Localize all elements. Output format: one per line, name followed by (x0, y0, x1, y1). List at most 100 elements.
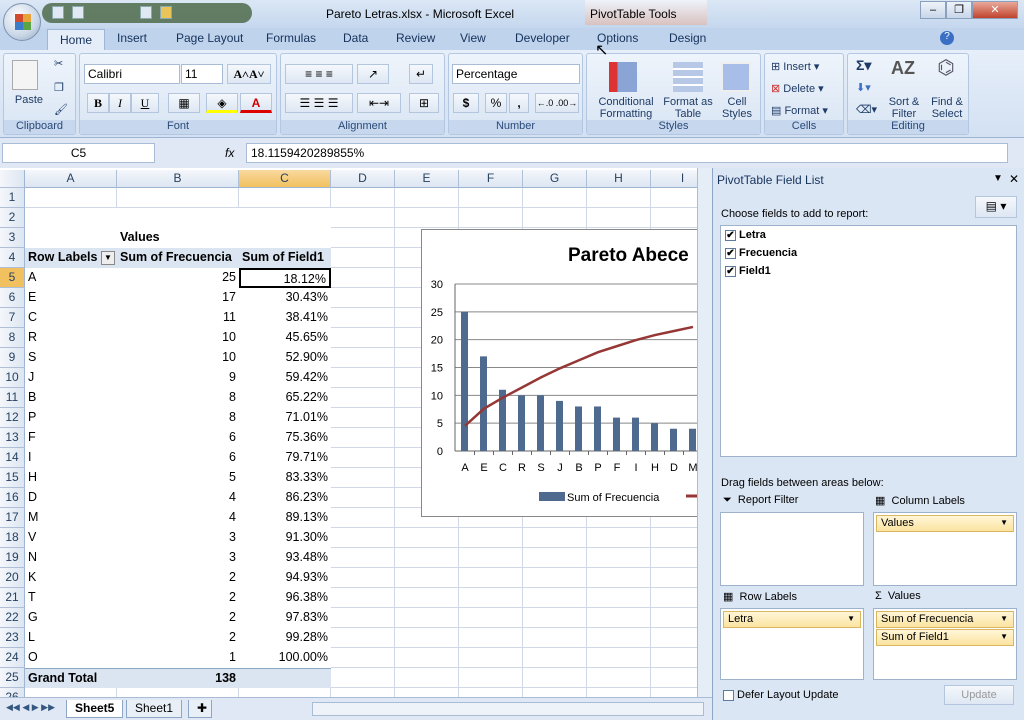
row-header-26[interactable]: 26 (0, 688, 25, 697)
sort-filter-button[interactable]: Sort & Filter (884, 96, 924, 120)
pivot-row-label[interactable]: P (25, 408, 117, 428)
row-header-8[interactable]: 8 (0, 328, 25, 348)
column-header-B[interactable]: B (117, 170, 239, 188)
tab-view[interactable]: View (460, 31, 486, 45)
insert-function-button[interactable]: fx (225, 146, 234, 160)
conditional-formatting-button[interactable]: Conditional Formatting (589, 96, 663, 120)
pivot-field1-value[interactable]: 38.41% (239, 308, 331, 328)
pivot-row-label[interactable]: H (25, 468, 117, 488)
pivot-field1-value[interactable]: 79.71% (239, 448, 331, 468)
tab-insert[interactable]: Insert (117, 31, 147, 45)
grand-total-value[interactable]: 138 (117, 668, 239, 688)
row-header-21[interactable]: 21 (0, 588, 25, 608)
pivot-field1-value[interactable]: 91.30% (239, 528, 331, 548)
field-checkbox[interactable]: ✔ (725, 265, 736, 277)
column-header-F[interactable]: F (459, 170, 523, 188)
row-header-10[interactable]: 10 (0, 368, 25, 388)
row-header-17[interactable]: 17 (0, 508, 25, 528)
field-list-close-icon[interactable]: ✕ (1009, 172, 1019, 186)
office-button[interactable] (3, 3, 41, 41)
value-item-sum-frecuencia[interactable]: Sum of Frecuencia (876, 611, 1014, 628)
pivot-field1-value[interactable]: 100.00% (239, 648, 331, 668)
tab-page-layout[interactable]: Page Layout (176, 31, 243, 45)
insert-sheet-icon[interactable]: ✚ (188, 700, 212, 718)
fill-color-icon[interactable]: ◈ (206, 93, 238, 113)
pivot-frecuencia-value[interactable]: 8 (117, 408, 239, 428)
help-icon[interactable]: ? (940, 31, 954, 45)
pivot-field1-value[interactable]: 99.28% (239, 628, 331, 648)
bold-button[interactable]: B (87, 93, 109, 113)
pivot-frecuencia-value[interactable]: 5 (117, 468, 239, 488)
merge-center-icon[interactable]: ⊞ (409, 93, 439, 113)
borders-icon[interactable]: ▦ (168, 93, 200, 113)
column-item-values[interactable]: Values (876, 515, 1014, 532)
pivot-frecuencia-value[interactable]: 2 (117, 608, 239, 628)
value-item-sum-field1[interactable]: Sum of Field1 (876, 629, 1014, 646)
row-header-20[interactable]: 20 (0, 568, 25, 588)
pivot-field1-value[interactable]: 96.38% (239, 588, 331, 608)
pivot-field1-value[interactable]: 94.93% (239, 568, 331, 588)
wrap-text-icon[interactable]: ↵ (409, 64, 433, 84)
select-all-corner[interactable] (0, 170, 25, 188)
pivot-frecuencia-value[interactable]: 10 (117, 328, 239, 348)
name-box[interactable]: C5 (2, 143, 155, 163)
pivot-frecuencia-value[interactable]: 2 (117, 568, 239, 588)
field-letra[interactable]: ✔ Letra (725, 229, 766, 241)
fill-icon[interactable]: ⬇▾ (856, 82, 871, 94)
pivot-row-label[interactable]: J (25, 368, 117, 388)
cut-icon[interactable]: ✂ (54, 58, 63, 70)
pivot-values-header[interactable]: Values (117, 228, 239, 248)
pivot-row-label[interactable]: L (25, 628, 117, 648)
pivot-row-label[interactable]: T (25, 588, 117, 608)
pivot-frecuencia-value[interactable]: 2 (117, 628, 239, 648)
pivot-field1-value[interactable]: 75.36% (239, 428, 331, 448)
pivot-field1-value[interactable]: 86.23% (239, 488, 331, 508)
copy-icon[interactable]: ❐ (54, 82, 64, 94)
row-header-13[interactable]: 13 (0, 428, 25, 448)
row-header-9[interactable]: 9 (0, 348, 25, 368)
pivot-row-label[interactable]: A (25, 268, 117, 288)
row-header-12[interactable]: 12 (0, 408, 25, 428)
pivot-row-label[interactable]: O (25, 648, 117, 668)
format-cells-button[interactable]: ▤ Format ▾ (771, 105, 828, 117)
row-header-4[interactable]: 4 (0, 248, 25, 268)
pivot-frecuencia-value[interactable]: 1 (117, 648, 239, 668)
pivot-frecuencia-value[interactable]: 9 (117, 368, 239, 388)
pivot-row-label[interactable]: M (25, 508, 117, 528)
sheet-tab-sheet5[interactable]: Sheet5 (66, 700, 124, 718)
worksheet-grid[interactable]: A B C D E F G H I 1 2 3 4 5 6 7 8 9 10 11 12 13 14 15 16 17 18 19 20… (0, 168, 697, 697)
pivot-row-label[interactable]: K (25, 568, 117, 588)
clear-icon[interactable]: ⌫▾ (856, 104, 877, 116)
row-header-1[interactable]: 1 (0, 188, 25, 208)
pivot-frecuencia-value[interactable]: 3 (117, 528, 239, 548)
report-filter-area[interactable] (720, 512, 864, 586)
insert-cells-button[interactable]: ⊞ Insert ▾ (771, 61, 819, 73)
decimal-buttons[interactable]: ←.0 .00→ (535, 93, 579, 113)
pivot-frecuencia-value[interactable]: 6 (117, 428, 239, 448)
pivot-row-label[interactable]: N (25, 548, 117, 568)
font-size-select[interactable]: 11 (181, 64, 223, 84)
values-area[interactable]: Sum of Frecuencia Sum of Field1 (873, 608, 1017, 680)
grow-shrink-font-button[interactable]: A˄A˅ (227, 64, 271, 84)
tab-developer[interactable]: Developer (515, 31, 570, 45)
undo-icon[interactable] (72, 6, 84, 19)
paste-button[interactable]: Paste (9, 94, 49, 106)
font-color-icon[interactable]: A (240, 93, 272, 113)
row-header-7[interactable]: 7 (0, 308, 25, 328)
pivot-frecuencia-value[interactable]: 8 (117, 388, 239, 408)
row-header-11[interactable]: 11 (0, 388, 25, 408)
minimize-button[interactable]: – (920, 1, 946, 19)
row-labels-filter-dropdown[interactable]: ▼ (101, 251, 115, 265)
vertical-scrollbar[interactable] (697, 168, 712, 697)
grand-total-blank[interactable] (239, 668, 331, 688)
field-checkbox[interactable]: ✔ (725, 229, 736, 241)
tab-design[interactable]: Design (669, 31, 706, 45)
pivot-frecuencia-value[interactable]: 2 (117, 588, 239, 608)
indent-icons[interactable]: ⇤⇥ (357, 93, 401, 113)
comma-button[interactable]: , (509, 93, 529, 113)
orientation-icon[interactable]: ↗ (357, 64, 389, 84)
pivot-row-label[interactable]: I (25, 448, 117, 468)
field-field1[interactable]: ✔ Field1 (725, 265, 771, 277)
layout-options-button[interactable]: ▤ ▾ (975, 196, 1017, 218)
row-header-5[interactable]: 5 (0, 268, 25, 288)
